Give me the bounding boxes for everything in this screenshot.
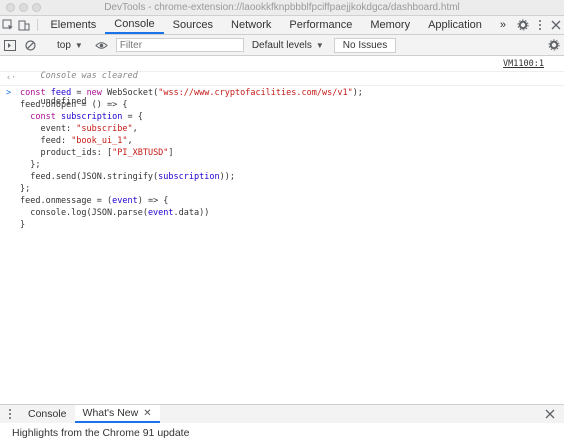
code-line: }; xyxy=(20,160,41,170)
tab-performance[interactable]: Performance xyxy=(280,16,361,34)
log-levels-dropdown[interactable]: Default levels ▼ xyxy=(252,40,324,51)
tab-network[interactable]: Network xyxy=(222,16,280,34)
tab-application[interactable]: Application xyxy=(419,16,491,34)
device-toolbar-icon[interactable] xyxy=(16,16,32,34)
drawer-tab-whats-new-label: What's New xyxy=(82,407,139,419)
code-line: console.log(JSON.parse(event.data)) xyxy=(20,208,210,218)
context-selector[interactable]: top ▼ xyxy=(57,40,83,51)
tab-sources[interactable]: Sources xyxy=(164,16,222,34)
console-output: Console was cleared VM1100:1 ‹· undefine… xyxy=(0,56,564,404)
code-line: feed.onmessage = (event) => { xyxy=(20,196,169,206)
close-tab-icon[interactable]: ✕ xyxy=(143,408,151,419)
more-options-icon[interactable] xyxy=(531,16,547,34)
minimize-window-button[interactable] xyxy=(19,3,28,12)
issues-button[interactable]: No Issues xyxy=(333,37,397,53)
live-expression-eye-icon[interactable] xyxy=(92,41,112,50)
drawer-menu-icon[interactable] xyxy=(0,405,20,423)
close-drawer-icon[interactable] xyxy=(540,405,560,423)
window-controls xyxy=(6,3,41,12)
toolbar-divider xyxy=(36,19,38,31)
code-block[interactable]: > const feed = new WebSocket("wss://www.c… xyxy=(0,86,564,231)
log-levels-label: Default levels xyxy=(251,39,312,51)
code-line: const subscription = { xyxy=(20,112,143,122)
inspect-element-icon[interactable] xyxy=(0,16,16,34)
console-toolbar: top ▼ Filter Default levels ▼ No Issues xyxy=(0,35,564,56)
tab-console[interactable]: Console xyxy=(105,16,164,34)
code-line: } xyxy=(20,220,26,230)
result-arrow-icon: ‹· xyxy=(6,73,17,83)
code-line: event: "subscribe", xyxy=(20,124,138,134)
console-settings-gear-icon[interactable] xyxy=(544,39,564,51)
devtools-tabbar: Elements Console Sources Network Perform… xyxy=(0,16,564,35)
sidebar-toggle-icon[interactable] xyxy=(0,39,20,51)
zoom-window-button[interactable] xyxy=(32,3,41,12)
close-devtools-icon[interactable] xyxy=(548,16,564,34)
input-prompt-icon: > xyxy=(6,88,12,98)
source-link[interactable]: VM1100:1 xyxy=(503,58,544,70)
drawer-tab-console[interactable]: Console xyxy=(20,405,75,423)
window-title: DevTools - chrome-extension://laookkfknp… xyxy=(104,2,460,13)
close-window-button[interactable] xyxy=(6,3,15,12)
settings-gear-icon[interactable] xyxy=(515,16,531,34)
tab-memory[interactable]: Memory xyxy=(361,16,419,34)
filter-input[interactable]: Filter xyxy=(115,38,244,52)
code-line: feed: "book_ui_1", xyxy=(20,136,133,146)
code-line: feed.send(JSON.stringify(subscription)); xyxy=(20,172,235,182)
console-cleared-message: Console was cleared VM1100:1 xyxy=(0,58,564,81)
caret-down-icon: ▼ xyxy=(74,40,83,50)
caret-down-icon: ▼ xyxy=(315,40,324,50)
code-line: > const feed = new WebSocket("wss://www.c… xyxy=(6,88,363,98)
context-label: top xyxy=(57,39,71,51)
whats-new-highlights: Highlights from the Chrome 91 update xyxy=(0,423,564,442)
more-tabs-button[interactable]: » xyxy=(491,16,515,34)
code-line: }; xyxy=(20,184,31,194)
drawer-tab-whats-new[interactable]: What's New ✕ xyxy=(74,405,160,423)
window-titlebar: DevTools - chrome-extension://laookkfknp… xyxy=(0,0,564,16)
drawer-tabbar: Console What's New ✕ xyxy=(0,404,564,424)
tab-elements[interactable]: Elements xyxy=(41,16,105,34)
code-line: product_ids: ["PI_XBTUSD"] xyxy=(20,148,174,158)
code-line: feed.onopen = () => { xyxy=(20,100,128,110)
clear-console-icon[interactable] xyxy=(20,39,40,51)
console-result-row: ‹· undefined xyxy=(0,72,564,107)
